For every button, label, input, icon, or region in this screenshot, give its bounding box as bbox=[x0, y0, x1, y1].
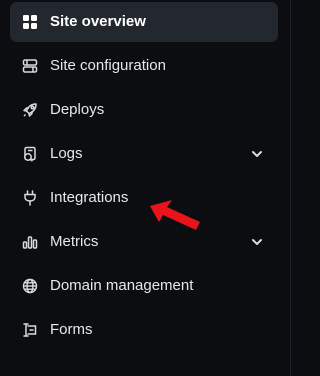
sidebar-item-site-overview[interactable]: Site overview bbox=[10, 2, 278, 42]
sidebar-item-label: Deploys bbox=[50, 101, 105, 118]
sidebar-item-metrics[interactable]: Metrics bbox=[10, 222, 278, 262]
sidebar-item-label: Metrics bbox=[50, 233, 99, 250]
sidebar-item-label: Site configuration bbox=[50, 57, 166, 74]
sidebar-item-label: Integrations bbox=[50, 189, 129, 206]
grid-icon bbox=[21, 13, 39, 31]
plug-icon bbox=[21, 189, 39, 207]
sidebar-item-site-configuration[interactable]: Site configuration bbox=[10, 46, 278, 86]
bar-chart-icon bbox=[21, 233, 39, 251]
sidebar-item-label: Site overview bbox=[50, 13, 146, 30]
sidebar-item-domain-management[interactable]: Domain management bbox=[10, 266, 278, 306]
rocket-icon bbox=[21, 101, 39, 119]
sidebar-item-forms[interactable]: Forms bbox=[10, 310, 278, 350]
sidebar-item-deploys[interactable]: Deploys bbox=[10, 90, 278, 130]
sidebar-item-integrations[interactable]: Integrations bbox=[10, 178, 278, 218]
forms-icon bbox=[21, 321, 39, 339]
sidebar-item-logs[interactable]: Logs bbox=[10, 134, 278, 174]
chevron-down-icon[interactable] bbox=[250, 147, 264, 161]
sidebar-item-label: Logs bbox=[50, 145, 83, 162]
globe-icon bbox=[21, 277, 39, 295]
sidebar-item-label: Forms bbox=[50, 321, 93, 338]
logs-icon bbox=[21, 145, 39, 163]
sidebar-nav: Site overview Site configuration Deploys bbox=[0, 0, 291, 376]
sliders-icon bbox=[21, 57, 39, 75]
chevron-down-icon[interactable] bbox=[250, 235, 264, 249]
sidebar-item-label: Domain management bbox=[50, 277, 194, 294]
